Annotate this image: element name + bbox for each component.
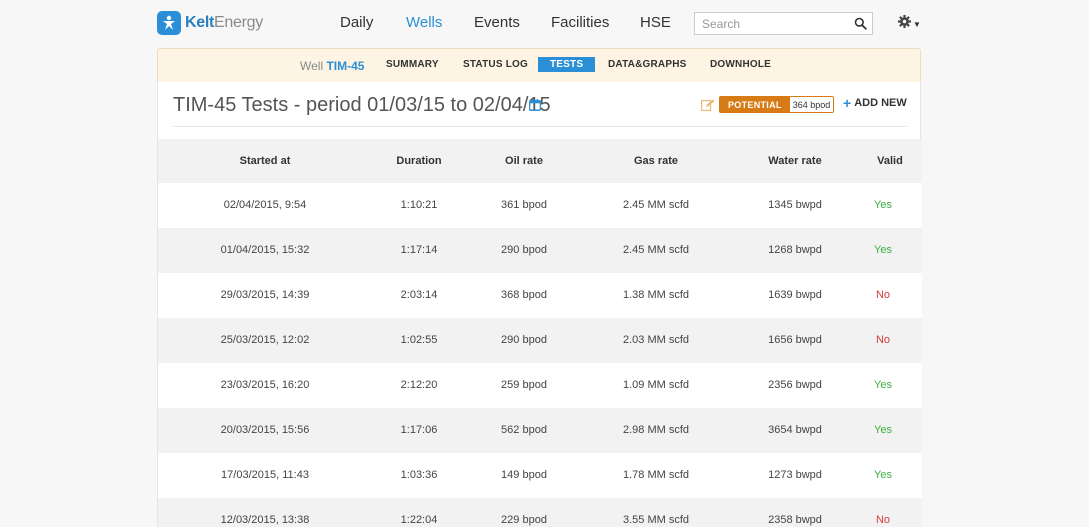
cell-valid: No (875, 289, 891, 301)
cell-valid: No (875, 514, 891, 526)
table-row[interactable]: 12/03/2015, 13:38 1:22:04 229 bpod 3.55 MM … (158, 498, 922, 527)
cell-gas-rate: 1.38 MM scfd (622, 289, 690, 301)
tests-panel: TIM-45 Tests - period 01/03/15 to 02/04/… (157, 82, 922, 527)
table-row[interactable]: 01/04/2015, 15:32 1:17:14 290 bpod 2.45 MM … (158, 228, 922, 273)
cell-started-at: 01/04/2015, 15:32 (220, 244, 310, 256)
col-duration[interactable]: Duration (396, 155, 441, 167)
potential-badge: POTENTIAL 364 bpod (719, 96, 835, 113)
table-row[interactable]: 29/03/2015, 14:39 2:03:14 368 bpod 1.38 MM … (158, 282, 922, 318)
cell-oil-rate: 368 bpod (501, 289, 547, 301)
search-icon[interactable] (854, 17, 867, 35)
search-input[interactable] (695, 13, 845, 34)
cell-oil-rate: 229 bpod (501, 514, 547, 526)
cell-gas-rate: 2.45 MM scfd (622, 244, 690, 256)
col-oil-rate[interactable]: Oil rate (505, 155, 543, 167)
cell-duration: 1:03:36 (400, 469, 438, 481)
cell-water-rate: 1268 bwpd (768, 244, 822, 256)
logo-mark-icon (157, 11, 181, 35)
table-row[interactable]: 17/03/2015, 11:43 1:03:36 149 bpod 1.78 MM … (158, 453, 922, 498)
cell-oil-rate: 290 bpod (501, 334, 547, 346)
cell-duration: 2:12:20 (400, 379, 438, 391)
calendar-icon[interactable] (529, 98, 541, 116)
divider (173, 126, 907, 127)
table-row[interactable]: 20/03/2015, 15:56 1:17:06 562 bpod 2.98 MM … (158, 408, 922, 453)
plus-icon: + (843, 95, 852, 111)
tab-status-log[interactable]: STATUS LOG (463, 59, 528, 70)
cell-duration: 1:02:55 (400, 334, 438, 346)
cell-duration: 2:03:14 (400, 289, 438, 301)
cell-water-rate: 1345 bwpd (768, 199, 822, 211)
well-subnav: Well TIM-45 SUMMARY STATUS LOG TESTS DAT… (157, 48, 921, 82)
tab-summary[interactable]: SUMMARY (386, 59, 439, 70)
cell-valid: Yes (874, 424, 892, 436)
cell-gas-rate: 2.03 MM scfd (622, 334, 690, 346)
nav-events[interactable]: Events (474, 14, 520, 31)
page-title: TIM-45 Tests - period 01/03/15 to 02/04/… (173, 94, 551, 116)
table-row[interactable]: 02/04/2015, 9:54 1:10:21 361 bpod 2.45 MM s… (158, 183, 922, 228)
nav-hse[interactable]: HSE (640, 14, 671, 31)
logo[interactable]: KeltEnergy (157, 11, 263, 35)
potential-value: 364 bpod (789, 97, 834, 112)
cell-valid: Yes (874, 199, 892, 211)
cell-oil-rate: 259 bpod (501, 379, 547, 391)
col-started-at[interactable]: Started at (240, 155, 291, 167)
table-header: Started at Duration Oil rate Gas rate Wa… (158, 139, 922, 183)
cell-valid: Yes (874, 469, 892, 481)
cell-duration: 1:22:04 (400, 514, 438, 526)
cell-valid: Yes (874, 379, 892, 391)
top-navbar: KeltEnergy Daily Wells Events Facilities… (0, 0, 1089, 48)
search-box (694, 12, 873, 35)
nav-wells[interactable]: Wells (406, 14, 442, 31)
chevron-down-icon: ▼ (913, 19, 921, 29)
tab-downhole[interactable]: DOWNHOLE (710, 59, 771, 70)
cell-started-at: 29/03/2015, 14:39 (220, 289, 310, 301)
nav-facilities[interactable]: Facilities (551, 14, 609, 31)
cell-gas-rate: 1.09 MM scfd (622, 379, 690, 391)
cell-water-rate: 1639 bwpd (768, 289, 822, 301)
cell-gas-rate: 1.78 MM scfd (622, 469, 690, 481)
cell-water-rate: 2356 bwpd (768, 379, 822, 391)
cell-started-at: 02/04/2015, 9:54 (223, 199, 307, 211)
cell-valid: Yes (874, 244, 892, 256)
nav-daily[interactable]: Daily (340, 14, 373, 31)
cell-oil-rate: 562 bpod (501, 424, 547, 436)
cell-water-rate: 1273 bwpd (768, 469, 822, 481)
cell-gas-rate: 2.98 MM scfd (622, 424, 690, 436)
cell-started-at: 20/03/2015, 15:56 (220, 424, 310, 436)
cell-duration: 1:17:06 (400, 424, 438, 436)
table-row[interactable]: 23/03/2015, 16:20 2:12:20 259 bpod 1.09 MM … (158, 363, 922, 408)
table-row[interactable]: 25/03/2015, 12:02 1:02:55 290 bpod 2.03 MM … (158, 318, 922, 363)
row-gap (158, 273, 922, 282)
tab-data-graphs[interactable]: DATA&GRAPHS (608, 59, 687, 70)
gear-icon (898, 15, 911, 33)
cell-duration: 1:17:14 (400, 244, 438, 256)
cell-oil-rate: 361 bpod (501, 199, 547, 211)
cell-gas-rate: 2.45 MM scfd (622, 199, 690, 211)
well-label: Well TIM-45 (300, 59, 365, 73)
cell-water-rate: 3654 bwpd (768, 424, 822, 436)
cell-duration: 1:10:21 (400, 199, 438, 211)
col-gas-rate[interactable]: Gas rate (634, 155, 678, 167)
col-water-rate[interactable]: Water rate (768, 155, 821, 167)
add-new-label: ADD NEW (854, 97, 907, 109)
cell-water-rate: 2358 bwpd (768, 514, 822, 526)
col-valid[interactable]: Valid (877, 155, 903, 167)
add-new-button[interactable]: + ADD NEW (843, 95, 907, 111)
cell-started-at: 25/03/2015, 12:02 (220, 334, 310, 346)
cell-oil-rate: 149 bpod (501, 469, 547, 481)
potential-label: POTENTIAL (720, 97, 790, 112)
cell-oil-rate: 290 bpod (501, 244, 547, 256)
tab-tests[interactable]: TESTS (538, 57, 596, 72)
cell-started-at: 12/03/2015, 13:38 (220, 514, 310, 526)
cell-started-at: 23/03/2015, 16:20 (220, 379, 310, 391)
cell-started-at: 17/03/2015, 11:43 (221, 469, 309, 481)
well-name: TIM-45 (326, 59, 365, 73)
cell-gas-rate: 3.55 MM scfd (622, 514, 690, 526)
cell-valid: No (875, 334, 891, 346)
brand-name: KeltEnergy (185, 14, 263, 31)
settings-menu[interactable]: ▼ (898, 15, 921, 33)
edit-icon[interactable] (701, 98, 715, 116)
cell-water-rate: 1656 bwpd (768, 334, 822, 346)
